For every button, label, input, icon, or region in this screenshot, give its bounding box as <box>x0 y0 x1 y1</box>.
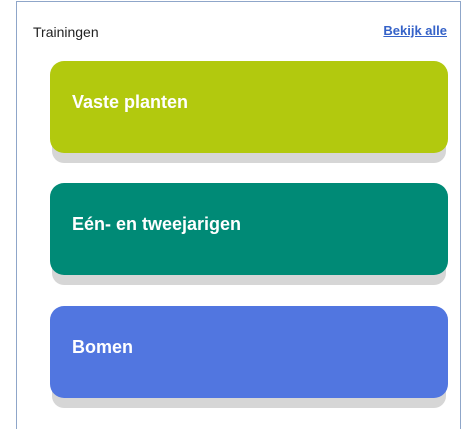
training-card-label: Vaste planten <box>72 92 189 112</box>
training-card-label: Bomen <box>72 337 134 357</box>
training-card-een-en-tweejarigen[interactable]: Eén- en tweejarigen <box>50 183 448 275</box>
training-card-wrapper: Eén- en tweejarigen <box>50 183 448 287</box>
training-card-vaste-planten[interactable]: Vaste planten <box>50 61 448 153</box>
training-card-bomen[interactable]: Bomen <box>50 306 448 398</box>
view-all-link[interactable]: Bekijk alle <box>383 23 447 38</box>
trainings-header: Trainingen Bekijk alle <box>33 21 447 43</box>
section-title: Trainingen <box>33 24 99 40</box>
training-card-wrapper: Vaste planten <box>50 61 448 165</box>
training-card-label: Eén- en tweejarigen <box>72 214 242 234</box>
training-card-wrapper: Bomen <box>50 306 448 410</box>
